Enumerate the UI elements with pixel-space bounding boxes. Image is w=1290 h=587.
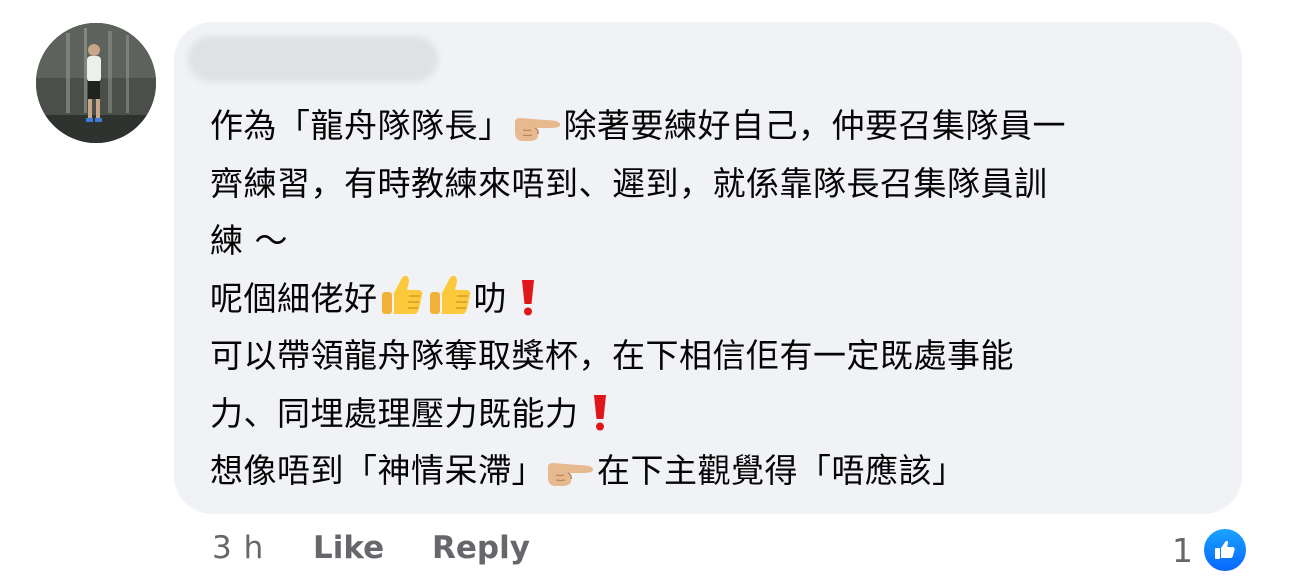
comment-text: 可以帶領龍舟隊奪取獎杯，在下相信佢有一定既處事能 <box>210 336 1014 375</box>
thumbs-up-emoji <box>427 273 473 317</box>
backhand-index-pointing-right-emoji <box>513 114 563 144</box>
comment-text: 在下主觀覺得「唔應該」 <box>597 451 966 490</box>
comment-text: 力、同埋處理壓力既能力 <box>210 393 590 433</box>
comment-line: 力、同埋處理壓力既能力 <box>210 385 1220 443</box>
red-exclamation-mark-emoji <box>591 392 609 432</box>
reaction-summary[interactable]: 1 <box>1172 522 1249 578</box>
reaction-count: 1 <box>1172 530 1193 570</box>
comment-text: 叻 <box>473 278 518 318</box>
comment-line: 想像唔到「神情呆滯」 在下主觀覺得「唔應該」 <box>210 442 1220 500</box>
avatar-photo <box>36 23 156 143</box>
comment-bubble: 作為「龍舟隊隊長」 除著要練好自己，仲要召集隊員一齊練習，有時教練來唔到、遲到，就… <box>174 22 1242 514</box>
comment-body: 作為「龍舟隊隊長」 除著要練好自己，仲要召集隊員一齊練習，有時教練來唔到、遲到，就… <box>210 97 1220 500</box>
backhand-index-pointing-right-emoji <box>546 459 596 489</box>
comment-text: 齊練習，有時教練來唔到、遲到，就係靠隊長召集隊員訓 <box>210 163 1048 203</box>
comment-text: 練 ～ <box>210 221 288 260</box>
author-name-blurred[interactable] <box>188 36 438 82</box>
red-exclamation-mark-emoji <box>519 277 537 317</box>
comment-text: 呢個細佬好 <box>210 278 378 318</box>
like-button[interactable]: Like <box>313 530 384 566</box>
comment-text: 除著要練好自己，仲要召集隊員一 <box>563 106 1066 145</box>
reply-button[interactable]: Reply <box>432 530 530 566</box>
avatar[interactable] <box>36 23 156 143</box>
comment-text: 作為「龍舟隊隊長」 <box>210 106 512 145</box>
comment-line: 齊練習，有時教練來唔到、遲到，就係靠隊長召集隊員訓 <box>210 155 1220 213</box>
like-reaction-icon <box>1201 526 1249 574</box>
thumbs-up-emoji <box>379 273 425 317</box>
timestamp[interactable]: 3 h <box>212 530 264 566</box>
comment-text: 想像唔到「神情呆滯」 <box>210 451 545 490</box>
comment: 作為「龍舟隊隊長」 除著要練好自己，仲要召集隊員一齊練習，有時教練來唔到、遲到，就… <box>0 0 1290 587</box>
comment-line: 練 ～ <box>210 212 1220 270</box>
comment-line: 可以帶領龍舟隊奪取獎杯，在下相信佢有一定既處事能 <box>210 327 1220 385</box>
comment-line: 呢個細佬好 叻 <box>210 270 1220 328</box>
comment-actions: 3 h Like Reply 1 <box>0 522 1290 582</box>
comment-line: 作為「龍舟隊隊長」 除著要練好自己，仲要召集隊員一 <box>210 97 1220 155</box>
